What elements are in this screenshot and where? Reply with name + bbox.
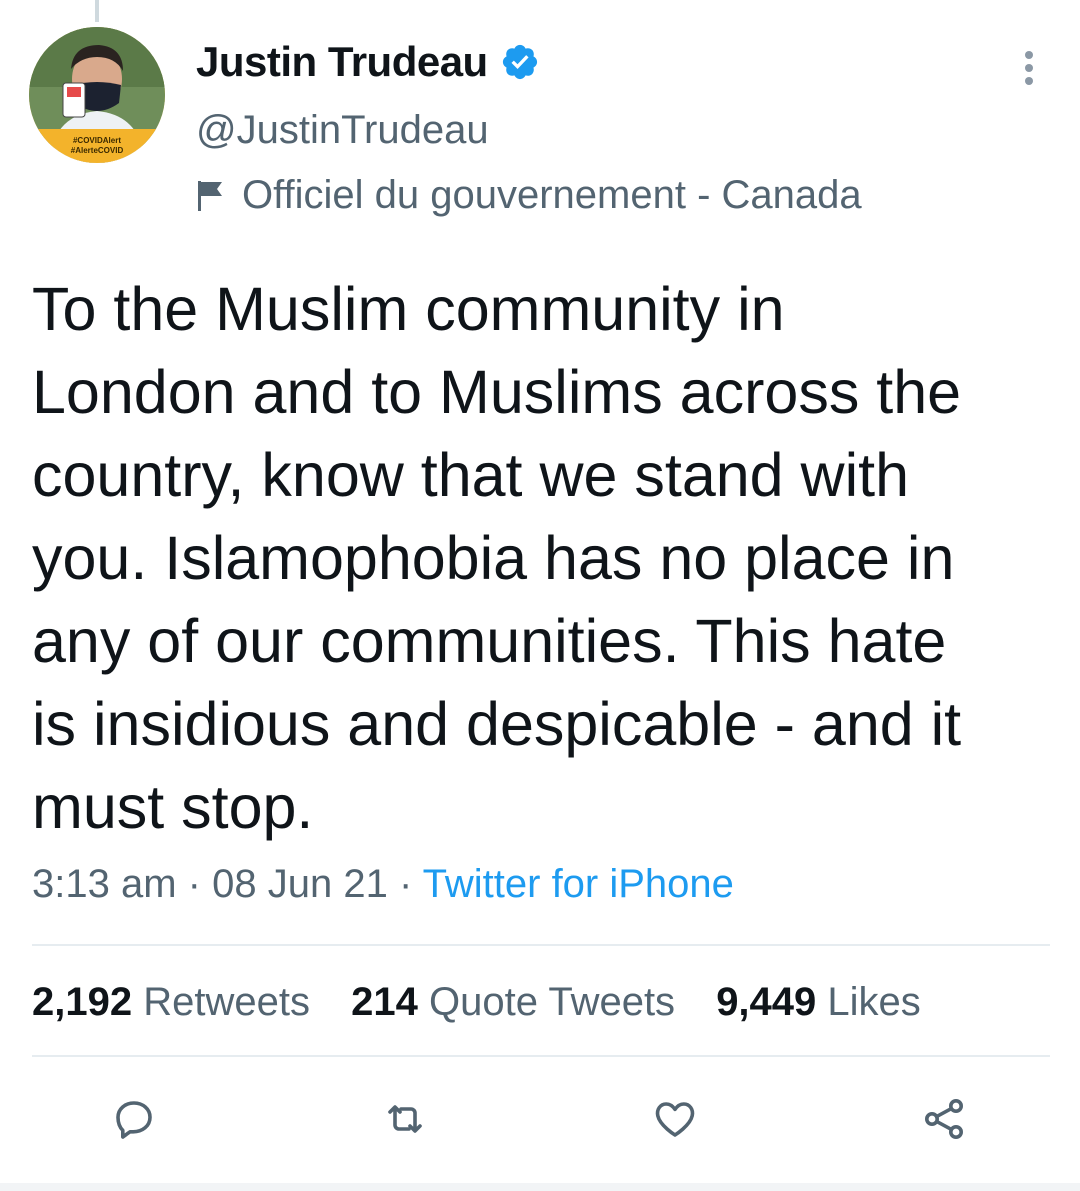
thread-connector-line — [95, 0, 99, 22]
retweets-stat[interactable]: 2,192 Retweets — [32, 980, 310, 1024]
bottom-edge — [0, 1183, 1080, 1191]
author-name-row[interactable]: Justin Trudeau — [196, 38, 540, 86]
quote-tweets-label: Quote Tweets — [428, 980, 676, 1024]
tweet-time[interactable]: 3:13 am — [32, 862, 177, 906]
heart-icon — [655, 1102, 695, 1137]
tweet-meta: 3:13 am · 08 Jun 21 · Twitter for iPhone — [32, 862, 734, 907]
likes-label: Likes — [827, 980, 921, 1024]
engagement-stats: 2,192 Retweets 214 Quote Tweets 9,449 Li… — [32, 980, 951, 1025]
tweet-source-link[interactable]: Twitter for iPhone — [423, 862, 734, 906]
government-label[interactable]: Officiel du gouvernement - Canada — [242, 173, 862, 218]
avatar-image: #COVIDAlert #AlerteCOVID — [29, 27, 165, 163]
verified-badge-icon — [500, 42, 540, 82]
tweet-date[interactable]: 08 Jun 21 — [212, 862, 388, 906]
likes-stat[interactable]: 9,449 Likes — [716, 980, 921, 1024]
tweet-text: To the Muslim community in London and to… — [32, 275, 962, 841]
share-button[interactable] — [920, 1095, 968, 1143]
like-button[interactable] — [651, 1095, 699, 1143]
likes-count: 9,449 — [716, 980, 817, 1024]
reply-icon — [116, 1101, 152, 1139]
flag-icon — [196, 179, 226, 213]
divider — [32, 1055, 1050, 1057]
meta-separator: · — [398, 862, 413, 906]
reply-button[interactable] — [110, 1095, 158, 1143]
author-handle[interactable]: @JustinTrudeau — [196, 108, 489, 153]
divider — [32, 944, 1050, 946]
retweets-count: 2,192 — [32, 980, 133, 1024]
avatar[interactable]: #COVIDAlert #AlerteCOVID — [29, 27, 165, 163]
government-label-row[interactable]: Officiel du gouvernement - Canada — [196, 173, 862, 218]
retweet-button[interactable] — [381, 1095, 429, 1143]
avatar-badge-line-1: #COVIDAlert — [73, 136, 121, 145]
retweet-icon — [388, 1105, 422, 1133]
retweets-label: Retweets — [143, 980, 310, 1024]
share-icon — [925, 1099, 963, 1139]
avatar-badge-line-2: #AlerteCOVID — [71, 146, 124, 155]
meta-separator: · — [187, 862, 201, 906]
author-display-name[interactable]: Justin Trudeau — [196, 38, 488, 86]
quote-tweets-count: 214 — [351, 980, 418, 1024]
more-vertical-icon[interactable] — [1014, 48, 1044, 88]
quote-tweets-stat[interactable]: 214 Quote Tweets — [351, 980, 675, 1024]
